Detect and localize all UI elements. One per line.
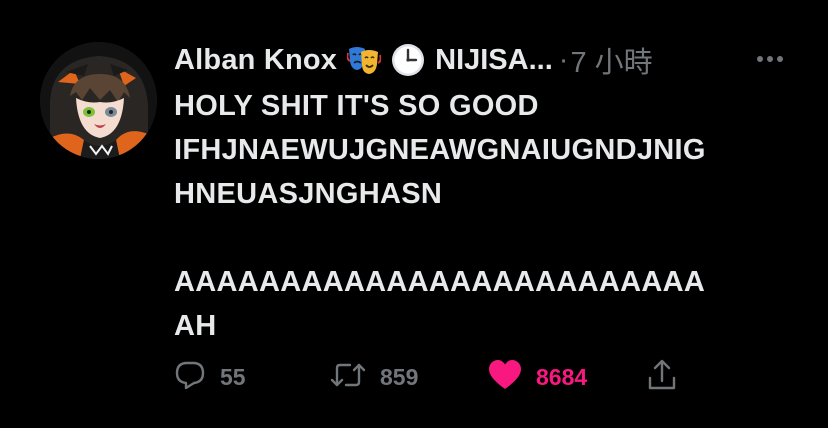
- avatar[interactable]: [40, 42, 157, 159]
- tweet-text-line: AAAAAAAAAAAAAAAAAAAAAAAAA: [174, 266, 706, 298]
- separator: ·: [558, 43, 569, 76]
- retweet-icon: [330, 359, 366, 396]
- tweet[interactable]: Alban Knox NIJISA... · 7 小時 HOLY SHIT IT…: [0, 0, 828, 428]
- more-options-icon[interactable]: [752, 46, 788, 72]
- tweet-text: HOLY SHIT IT'S SO GOOD IFHJNAEWUJGNEAWGN…: [174, 84, 794, 348]
- reply-button[interactable]: 55: [174, 356, 246, 398]
- reply-icon: [174, 359, 206, 396]
- retweet-button[interactable]: 859: [330, 356, 418, 398]
- timestamp[interactable]: 7 小時: [570, 39, 652, 81]
- handle[interactable]: NIJISA...: [435, 44, 553, 77]
- tweet-text-line: IFHJNAEWUJGNEAWGNAIUGNDJNIG: [174, 134, 706, 166]
- display-name[interactable]: Alban Knox: [174, 44, 337, 77]
- reply-count: 55: [220, 363, 246, 390]
- tweet-actions: 55 859 8684: [174, 356, 694, 398]
- clock-emoji-icon: [391, 43, 425, 77]
- tweet-text-line: HOLY SHIT IT'S SO GOOD: [174, 90, 539, 122]
- share-button[interactable]: [646, 356, 678, 398]
- tweet-header: Alban Knox NIJISA... · 7 小時: [174, 40, 653, 80]
- share-icon: [646, 358, 678, 397]
- like-button[interactable]: 8684: [488, 356, 587, 398]
- heart-icon: [488, 359, 522, 396]
- like-count: 8684: [536, 363, 588, 390]
- performing-arts-emoji-icon: [347, 43, 382, 77]
- retweet-count: 859: [380, 363, 419, 390]
- tweet-text-line: [174, 216, 794, 260]
- tweet-text-line: HNEUASJNGHASN: [174, 178, 443, 210]
- tweet-text-line: AH: [174, 310, 217, 342]
